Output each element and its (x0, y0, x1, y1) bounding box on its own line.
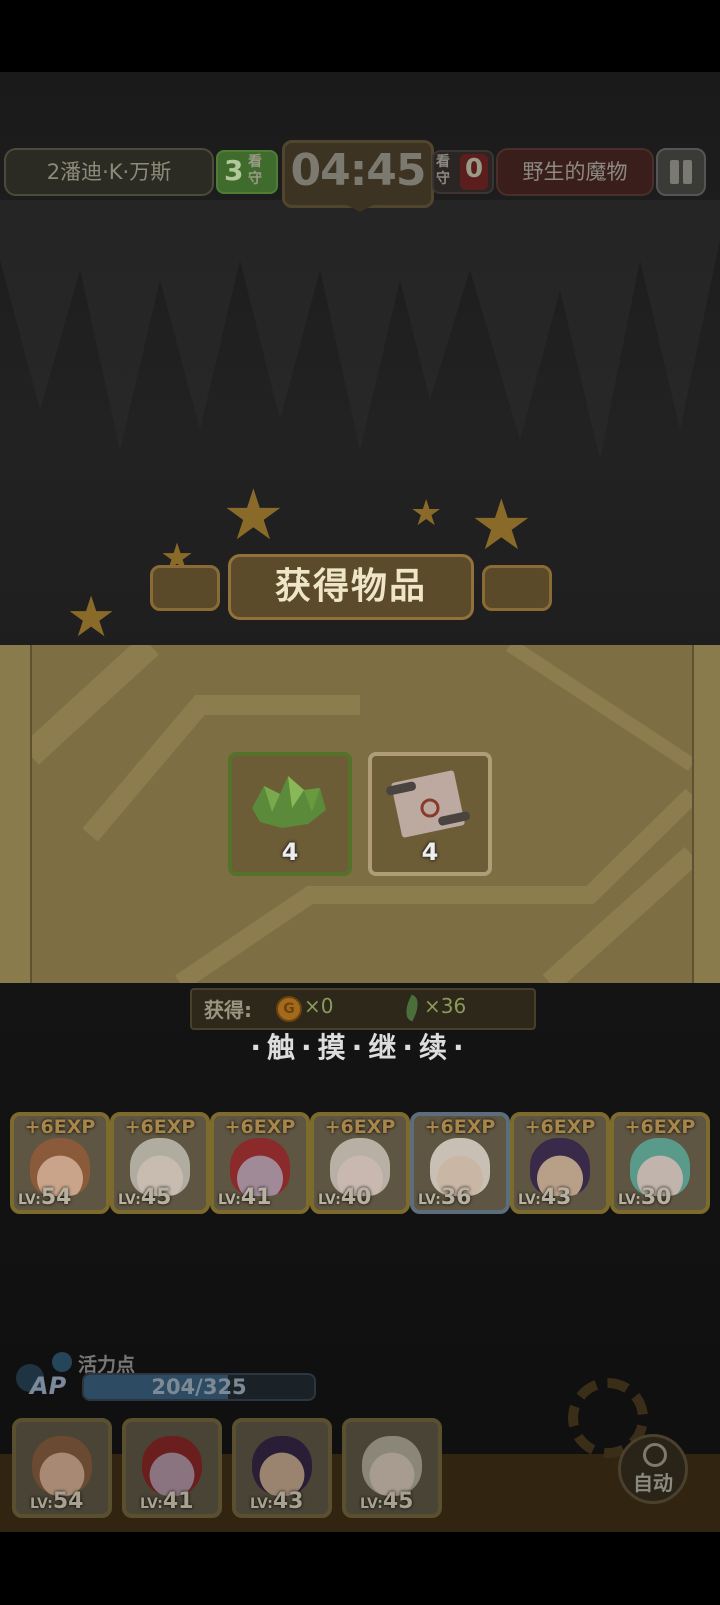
gold-coin-icon: G (276, 996, 302, 1022)
level-prefix: LV: (360, 1496, 383, 1512)
battle-timer: 04:45 (290, 145, 426, 196)
level-value: 43 (272, 1489, 304, 1514)
star-icon: ★ (410, 493, 443, 534)
banner-left-ornament (150, 565, 220, 611)
touch-to-continue[interactable]: ·触·摸·继·续· (0, 1026, 720, 1066)
feather-amount: ×36 (424, 994, 467, 1018)
character-card: +6EXP LV:30 (610, 1112, 710, 1214)
level-prefix: LV: (418, 1192, 441, 1208)
obtained-label: 获得: (204, 998, 252, 1022)
party-level: LV:54 (30, 1489, 83, 1514)
level-prefix: LV: (618, 1192, 641, 1208)
feather-icon (401, 994, 423, 1022)
level-prefix: LV: (118, 1192, 141, 1208)
exp-gain: +6EXP (124, 1116, 196, 1138)
party-member[interactable]: LV:54 (12, 1418, 112, 1518)
right-score-box: 看守 0 (432, 150, 494, 194)
party-level: LV:41 (140, 1489, 193, 1514)
character-card: +6EXP LV:45 (110, 1112, 210, 1214)
status-bar (0, 0, 720, 72)
exp-gain: +6EXP (324, 1116, 396, 1138)
party-level: LV:45 (360, 1489, 413, 1514)
character-level: LV:40 (318, 1185, 371, 1210)
level-prefix: LV: (140, 1496, 163, 1512)
party-member[interactable]: LV:43 (232, 1418, 332, 1518)
ap-bar: 204/325 (82, 1373, 316, 1401)
level-value: 30 (640, 1185, 672, 1210)
character-card: +6EXP LV:40 (310, 1112, 410, 1214)
level-value: 40 (340, 1185, 372, 1210)
level-prefix: LV: (518, 1192, 541, 1208)
party-portrait (142, 1436, 202, 1496)
level-prefix: LV: (218, 1192, 241, 1208)
exp-gain: +6EXP (524, 1116, 596, 1138)
party-level: LV:43 (250, 1489, 303, 1514)
character-card: +6EXP LV:54 (10, 1112, 110, 1214)
star-icon: ★ (66, 585, 117, 650)
star-icon: ★ (470, 484, 533, 566)
banner-right-ornament (482, 565, 552, 611)
auto-icon (643, 1443, 667, 1467)
panel-right-edge (692, 645, 720, 983)
auto-battle-button[interactable]: 自动 (618, 1434, 688, 1504)
character-card: +6EXP LV:41 (210, 1112, 310, 1214)
party-portrait (32, 1436, 92, 1496)
level-prefix: LV: (18, 1192, 41, 1208)
right-team-name: 野生的魔物 (496, 148, 654, 196)
auto-label: 自动 (633, 1471, 673, 1495)
level-value: 41 (240, 1185, 272, 1210)
reward-item-crystal[interactable]: 4 (228, 752, 352, 876)
party-portrait (252, 1436, 312, 1496)
exp-gain: +6EXP (424, 1116, 496, 1138)
level-value: 54 (52, 1489, 84, 1514)
ap-tag: AP (30, 1372, 67, 1400)
character-level: LV:43 (518, 1185, 571, 1210)
left-score: 3 (224, 154, 244, 187)
level-value: 45 (140, 1185, 172, 1210)
party-portrait (362, 1436, 422, 1496)
level-value: 45 (382, 1489, 414, 1514)
panel-left-edge (0, 645, 32, 983)
character-level: LV:30 (618, 1185, 671, 1210)
level-prefix: LV: (250, 1496, 273, 1512)
reward-item-scroll[interactable]: 4 (368, 752, 492, 876)
character-level: LV:36 (418, 1185, 471, 1210)
exp-gain: +6EXP (624, 1116, 696, 1138)
character-card: +6EXP LV:43 (510, 1112, 610, 1214)
gold-amount: ×0 (304, 994, 334, 1018)
character-card: +6EXP LV:36 (410, 1112, 510, 1214)
right-score: 0 (460, 154, 488, 190)
right-score-label: 看守 (436, 154, 450, 187)
left-score-box: 3 看守 (216, 150, 278, 194)
item-count: 4 (281, 838, 299, 866)
pause-button[interactable] (656, 148, 706, 196)
item-count: 4 (421, 838, 439, 866)
navigation-bar (0, 1532, 720, 1605)
party-member[interactable]: LV:41 (122, 1418, 222, 1518)
scroll-icon (386, 770, 470, 838)
level-prefix: LV: (318, 1192, 341, 1208)
panel-pattern (30, 645, 692, 983)
level-value: 41 (162, 1489, 194, 1514)
star-icon: ★ (222, 474, 285, 556)
obtained-strip: 获得: G ×0 ×36 (190, 988, 536, 1030)
level-prefix: LV: (30, 1496, 53, 1512)
left-team-name: 2潘迪·K·万斯 (4, 148, 214, 196)
party-member[interactable]: LV:45 (342, 1418, 442, 1518)
character-level: LV:54 (18, 1185, 71, 1210)
character-level: LV:45 (118, 1185, 171, 1210)
ap-value: 204/325 (151, 1375, 247, 1399)
battle-hud: 2潘迪·K·万斯 3 看守 04:45 看守 0 野生的魔物 (0, 140, 720, 208)
rewards-panel (0, 645, 720, 983)
level-value: 36 (440, 1185, 472, 1210)
cave-stalactites (0, 200, 720, 460)
character-level: LV:41 (218, 1185, 271, 1210)
rewards-title: 获得物品 (228, 554, 474, 620)
left-score-label: 看守 (248, 154, 262, 187)
level-value: 43 (540, 1185, 572, 1210)
level-value: 54 (40, 1185, 72, 1210)
green-crystal-icon (252, 776, 326, 828)
exp-gain: +6EXP (224, 1116, 296, 1138)
exp-gain: +6EXP (24, 1116, 96, 1138)
